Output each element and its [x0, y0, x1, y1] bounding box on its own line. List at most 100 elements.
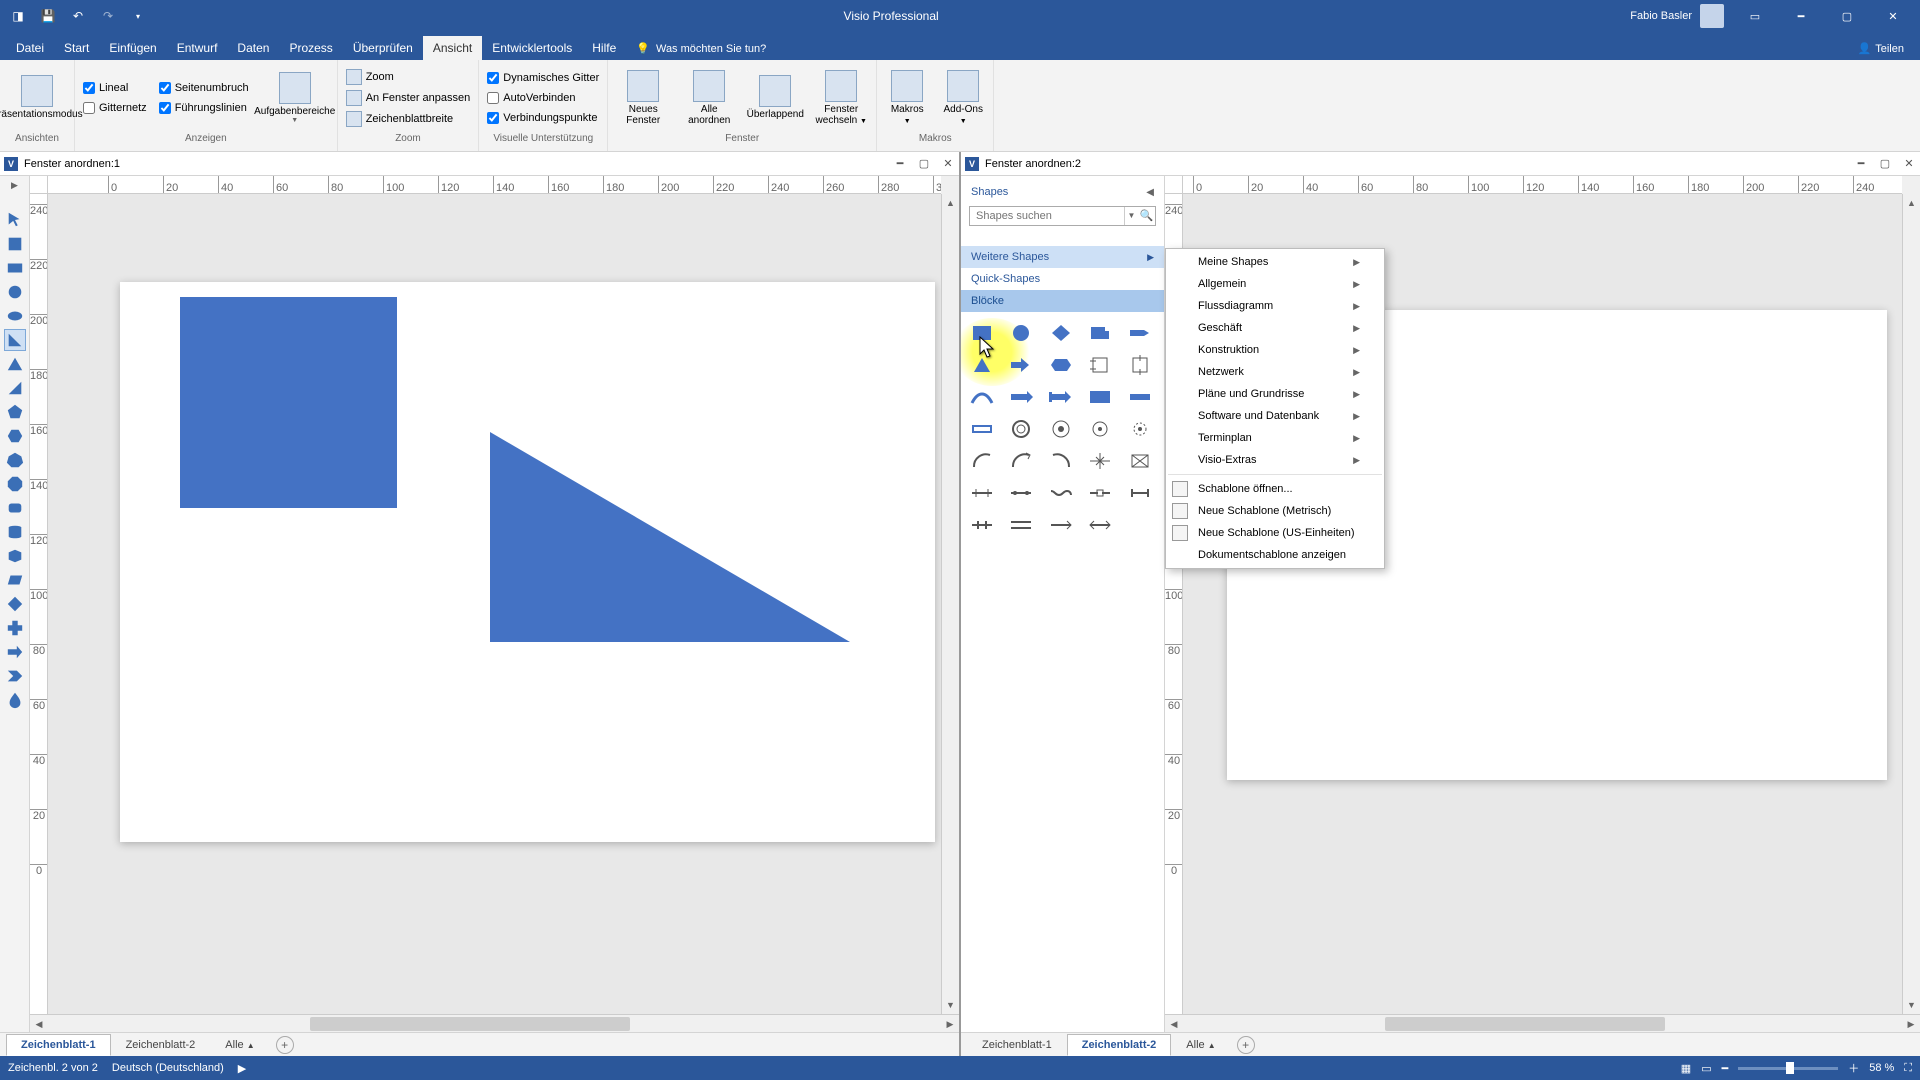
- qat-undo[interactable]: ↶: [64, 2, 92, 30]
- gallery-shape-21[interactable]: [1125, 416, 1155, 442]
- gallery-shape-18[interactable]: [1006, 416, 1036, 442]
- gallery-shape-19[interactable]: [1046, 416, 1076, 442]
- gallery-shape-2[interactable]: [1046, 320, 1076, 346]
- zoom-in-button[interactable]: ＋: [1848, 1060, 1859, 1076]
- ctx-geschäft[interactable]: Geschäft▶: [1166, 317, 1384, 339]
- qat-save[interactable]: 💾: [34, 2, 62, 30]
- gallery-shape-7[interactable]: [1046, 352, 1076, 378]
- ctx-allgemein[interactable]: Allgemein▶: [1166, 273, 1384, 295]
- view-wide-icon[interactable]: ▭: [1701, 1062, 1711, 1075]
- child-minimize-button[interactable]: ━: [1854, 157, 1868, 170]
- gallery-shape-20[interactable]: [1085, 416, 1115, 442]
- ctx-visio-extras[interactable]: Visio-Extras▶: [1166, 449, 1384, 471]
- presentation-mode-button[interactable]: Präsentationsmodus: [4, 64, 70, 132]
- gallery-shape-23[interactable]: [1006, 448, 1036, 474]
- gallery-shape-30[interactable]: [1085, 480, 1115, 506]
- chk-lineal[interactable]: Lineal: [83, 79, 147, 97]
- blue-rectangle-shape[interactable]: [180, 297, 397, 508]
- status-language[interactable]: Deutsch (Deutschland): [112, 1062, 224, 1074]
- shape-rect-icon[interactable]: [5, 258, 25, 278]
- tab-all[interactable]: Alle ▲: [1171, 1034, 1230, 1056]
- cat-quick-shapes[interactable]: Quick-Shapes: [961, 268, 1164, 290]
- gallery-shape-13[interactable]: [1006, 384, 1036, 410]
- ctx-terminplan[interactable]: Terminplan▶: [1166, 427, 1384, 449]
- zoom-zeichenblattbreite[interactable]: Zeichenblattbreite: [342, 109, 475, 129]
- gallery-shape-35[interactable]: [1085, 512, 1115, 538]
- shape-heptagon-icon[interactable]: [5, 450, 25, 470]
- zoom-an-fenster-anpassen[interactable]: An Fenster anpassen: [342, 88, 475, 108]
- shape-diamond-icon[interactable]: [5, 594, 25, 614]
- menu-datei[interactable]: Datei: [6, 36, 54, 60]
- menu-prozess[interactable]: Prozess: [279, 36, 342, 60]
- drawing-page[interactable]: [120, 282, 935, 842]
- shape-drop-icon[interactable]: [5, 690, 25, 710]
- chk-gitternetz[interactable]: Gitternetz: [83, 99, 147, 117]
- gallery-shape-16[interactable]: [1125, 384, 1155, 410]
- vscrollbar[interactable]: ▲▼: [941, 194, 959, 1014]
- cat-blocks[interactable]: Blöcke: [961, 290, 1164, 312]
- view-normal-icon[interactable]: ▦: [1681, 1062, 1691, 1075]
- zoom-level[interactable]: 58 %: [1869, 1062, 1894, 1074]
- macro-makros[interactable]: Makros▼: [881, 64, 933, 132]
- win-neues-fenster[interactable]: Neues Fenster: [612, 64, 674, 132]
- gallery-shape-5[interactable]: [967, 352, 997, 378]
- shape-parallelogram-icon[interactable]: [5, 570, 25, 590]
- blue-triangle-shape[interactable]: [490, 432, 850, 642]
- shape-rtriangle-icon[interactable]: [5, 330, 25, 350]
- menu-hilfe[interactable]: Hilfe: [582, 36, 626, 60]
- shape-rounded-icon[interactable]: [5, 498, 25, 518]
- tool-pointer-icon[interactable]: [5, 210, 25, 230]
- chk-seitenumbruch[interactable]: Seitenumbruch: [159, 79, 249, 97]
- win-überlappend[interactable]: Überlappend: [744, 64, 806, 132]
- shape-can-icon[interactable]: [5, 522, 25, 542]
- minimize-button[interactable]: ━: [1778, 0, 1824, 32]
- menu-start[interactable]: Start: [54, 36, 99, 60]
- page-tab[interactable]: Zeichenblatt-1: [967, 1034, 1067, 1056]
- cat-more-shapes[interactable]: Weitere Shapes ▶: [961, 246, 1164, 268]
- shape-cube-icon[interactable]: [5, 546, 25, 566]
- shapes-search[interactable]: ▼ 🔍: [969, 206, 1156, 226]
- child-minimize-button[interactable]: ━: [893, 157, 907, 170]
- ribbon-options-button[interactable]: ▭: [1732, 0, 1778, 32]
- gallery-shape-22[interactable]: [967, 448, 997, 474]
- gallery-shape-6[interactable]: [1006, 352, 1036, 378]
- gallery-shape-26[interactable]: [1125, 448, 1155, 474]
- shape-ltriangle-icon[interactable]: [5, 378, 25, 398]
- fit-window-icon[interactable]: ⛶: [1904, 1062, 1912, 1075]
- expand-shapes-icon[interactable]: ▶: [11, 180, 18, 194]
- menu-entwicklertools[interactable]: Entwicklertools: [482, 36, 582, 60]
- shape-circle-icon[interactable]: [5, 282, 25, 302]
- page-tab[interactable]: Zeichenblatt-1: [6, 1034, 111, 1056]
- ruler-vertical[interactable]: 240220200180160140120100806040200: [30, 194, 48, 1014]
- shape-arrow-icon[interactable]: [5, 642, 25, 662]
- shape-chevron-icon[interactable]: [5, 666, 25, 686]
- search-icon[interactable]: 🔍: [1138, 207, 1155, 225]
- child-maximize-button[interactable]: ▢: [1878, 157, 1892, 170]
- gallery-shape-3[interactable]: [1085, 320, 1115, 346]
- gallery-shape-12[interactable]: [967, 384, 997, 410]
- chk-führungslinien[interactable]: Führungslinien: [159, 99, 249, 117]
- gallery-shape-24[interactable]: [1046, 448, 1076, 474]
- menu-überprüfen[interactable]: Überprüfen: [343, 36, 423, 60]
- menu-einfügen[interactable]: Einfügen: [99, 36, 166, 60]
- ctx-pläne-und-grundrisse[interactable]: Pläne und Grundrisse▶: [1166, 383, 1384, 405]
- tab-all[interactable]: Alle ▲: [210, 1034, 269, 1056]
- ctx-konstruktion[interactable]: Konstruktion▶: [1166, 339, 1384, 361]
- ctx-action-3[interactable]: Dokumentschablone anzeigen: [1166, 544, 1384, 566]
- gallery-shape-32[interactable]: [967, 512, 997, 538]
- child-close-button[interactable]: ✕: [941, 157, 955, 170]
- page-tab[interactable]: Zeichenblatt-2: [111, 1034, 211, 1056]
- menu-entwurf[interactable]: Entwurf: [167, 36, 228, 60]
- task-panes-button[interactable]: Aufgabenbereiche ▼: [257, 64, 333, 132]
- gallery-shape-0[interactable]: [967, 320, 997, 346]
- chk-verbindungspunkte[interactable]: Verbindungspunkte: [487, 109, 599, 127]
- hscrollbar[interactable]: ◀ ▶: [1165, 1014, 1920, 1032]
- ctx-netzwerk[interactable]: Netzwerk▶: [1166, 361, 1384, 383]
- macro-add-ons[interactable]: Add-Ons▼: [937, 64, 989, 132]
- ruler-horizontal[interactable]: 0204060801001201401601802002202402602803…: [1183, 176, 1902, 194]
- gallery-shape-29[interactable]: [1046, 480, 1076, 506]
- win-alle-anordnen[interactable]: Alle anordnen: [678, 64, 740, 132]
- win-fenster-wechseln[interactable]: Fenster wechseln ▼: [810, 64, 872, 132]
- window-right-titlebar[interactable]: V Fenster anordnen:2 ━ ▢ ✕: [961, 152, 1920, 176]
- page-tab[interactable]: Zeichenblatt-2: [1067, 1034, 1172, 1056]
